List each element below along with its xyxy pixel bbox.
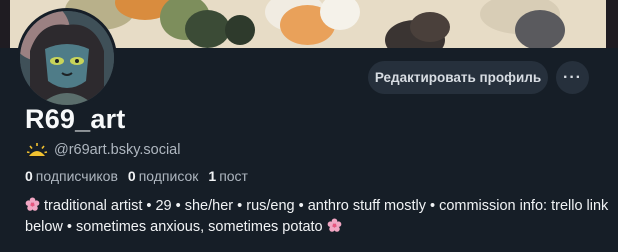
followers-count: 0 bbox=[25, 168, 33, 184]
avatar[interactable] bbox=[17, 8, 117, 108]
posts-label: пост bbox=[219, 168, 248, 184]
following-stat[interactable]: 0 подписок bbox=[128, 168, 199, 184]
following-label: подписок bbox=[138, 168, 199, 184]
sun-icon bbox=[26, 143, 48, 158]
bio-text: traditional artist • 29 • she/her • rus/… bbox=[25, 198, 609, 235]
edit-profile-button[interactable]: Редактировать профиль bbox=[368, 61, 548, 94]
followers-stat[interactable]: 0 подписчиков bbox=[25, 168, 118, 184]
profile-handle[interactable]: @r69art.bsky.social bbox=[54, 142, 180, 158]
cherry-blossom-icon bbox=[327, 218, 342, 232]
handle-row: @r69art.bsky.social bbox=[26, 141, 180, 159]
profile-stats: 0 подписчиков 0 подписок 1 пост bbox=[25, 168, 248, 184]
display-name: R69_art bbox=[25, 104, 126, 134]
profile-bio: traditional artist • 29 • she/her • rus/… bbox=[25, 196, 610, 238]
ellipsis-icon: ··· bbox=[563, 68, 582, 86]
banner-frame-right bbox=[606, 0, 618, 48]
avatar-artwork bbox=[20, 11, 114, 105]
following-count: 0 bbox=[127, 168, 136, 184]
followers-label: подписчиков bbox=[35, 168, 118, 184]
posts-stat: 1 пост bbox=[208, 168, 248, 184]
cherry-blossom-icon bbox=[25, 197, 40, 211]
posts-count: 1 bbox=[208, 168, 217, 184]
more-options-button[interactable]: ··· bbox=[556, 61, 589, 94]
banner-frame-left bbox=[0, 0, 10, 48]
